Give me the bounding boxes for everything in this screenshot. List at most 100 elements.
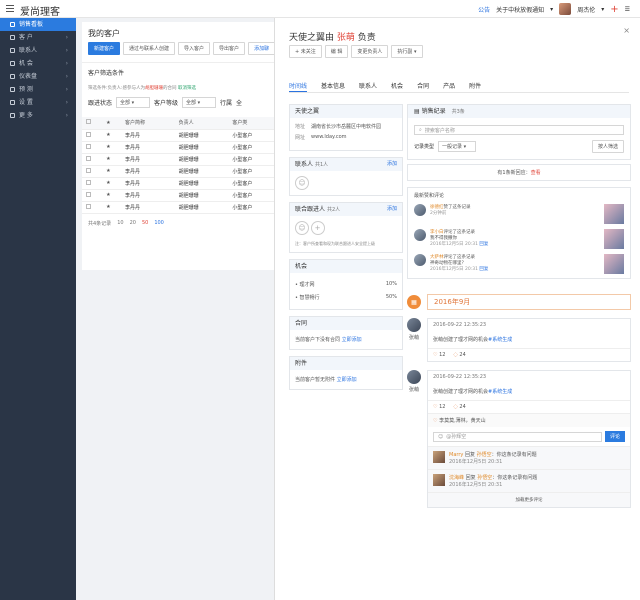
row-checkbox[interactable] (82, 189, 103, 202)
submit-comment-button[interactable]: 评论 (604, 431, 625, 442)
table-row[interactable]: ★ 李丹丹 胡胆珊珊 小型客户 (82, 153, 282, 166)
tab-attachments[interactable]: 附件 (469, 81, 481, 92)
row-checkbox[interactable] (82, 177, 103, 190)
comment-button[interactable]: ◌ 24 (453, 404, 465, 410)
row-checkbox[interactable] (82, 165, 103, 178)
notice-text[interactable]: 关于中秋放假通知 (496, 5, 544, 14)
reply-input[interactable]: ☺ @孙辉空 (433, 431, 602, 442)
customer-name-cell[interactable]: 李丹丹 (121, 129, 175, 142)
industry-select[interactable]: 全 (236, 98, 242, 107)
entry-tag-link[interactable]: #系统生成 (488, 389, 512, 395)
record-thumbnail[interactable] (604, 229, 624, 249)
list-icon[interactable]: ☰ (625, 6, 630, 13)
menu-icon[interactable] (6, 5, 14, 13)
status-select[interactable]: 全部 ▾ (116, 97, 151, 108)
level-select[interactable]: 全部 ▾ (182, 97, 217, 108)
entry-tag-link[interactable]: #系统生成 (488, 337, 512, 343)
execute-button[interactable]: 执行副 ▾ (391, 45, 423, 58)
avatar[interactable] (407, 370, 421, 384)
add-contact-link[interactable]: 添加 (387, 158, 397, 171)
liked-by-names[interactable]: 李莫莫,薄林，黄天山 (439, 418, 486, 424)
sidebar-item-customers[interactable]: 客 户 › (0, 31, 76, 44)
view-unread-link[interactable]: 查看 (531, 170, 541, 176)
add-icon[interactable]: + (610, 4, 618, 15)
user-name[interactable]: 周杰伦 (577, 5, 595, 14)
notice-link[interactable]: 公告 (478, 5, 490, 14)
avatar[interactable] (414, 254, 426, 266)
create-from-contact-button[interactable]: 通过与联系人创建 (123, 42, 176, 55)
customer-name-cell[interactable]: 李丹丹 (121, 189, 175, 202)
sidebar-item-opportunities[interactable]: 机 会 › (0, 57, 76, 70)
commenter-name[interactable]: 大萨林 (430, 255, 444, 260)
customer-name-cell[interactable]: 李丹丹 (121, 153, 175, 166)
import-customer-button[interactable]: 导入客户 (178, 42, 211, 55)
table-row[interactable]: ★ 李丹丹 胡胆珊珊 小型客户 (82, 129, 282, 142)
commenter-name[interactable]: 徐德红 (430, 205, 444, 210)
tab-products[interactable]: 产品 (443, 81, 455, 92)
commenter-name[interactable]: 沈海峰 (449, 475, 464, 481)
record-type-select[interactable]: 一般记录 ▾ (438, 141, 477, 152)
row-checkbox[interactable] (82, 141, 103, 154)
star-icon[interactable]: ★ (102, 129, 122, 142)
page-size-option[interactable]: 100 (154, 220, 164, 227)
column-header[interactable]: 负责人 (174, 117, 229, 130)
column-header[interactable]: 客户简称 (121, 117, 175, 130)
customer-name-cell[interactable]: 李丹丹 (121, 177, 175, 190)
reply-link[interactable]: 回复 (479, 242, 488, 247)
reply-link[interactable]: 回复 (479, 267, 488, 272)
like-button[interactable]: ♡ 12 (433, 404, 445, 410)
avatar[interactable] (414, 229, 426, 241)
sidebar-item-settings[interactable]: 设 置 › (0, 96, 76, 109)
add-contract-link[interactable]: 立即添加 (342, 337, 362, 343)
table-row[interactable]: ★ 李丹丹 胡胆珊珊 小型客户 (82, 177, 282, 190)
cancel-filter-link[interactable]: 取消筛选 (178, 86, 196, 91)
tab-contacts[interactable]: 联系人 (359, 81, 377, 92)
search-input[interactable]: ⌕ 搜索客户名称 (414, 125, 624, 135)
avatar[interactable] (407, 318, 421, 332)
tab-opportunities[interactable]: 机会 (391, 81, 403, 92)
sidebar-item-charts[interactable]: 仪表盘 › (0, 70, 76, 83)
page-size-option[interactable]: 50 (142, 220, 148, 227)
avatar[interactable] (414, 204, 426, 216)
website-value[interactable]: www.lday.com (311, 134, 347, 141)
tab-basic-info[interactable]: 基本信息 (321, 81, 345, 92)
emoji-icon[interactable]: ☺ (438, 434, 443, 440)
record-thumbnail[interactable] (604, 204, 624, 224)
detail-title-owner[interactable]: 张萌 (337, 33, 355, 43)
new-customer-button[interactable]: 新建客户 (88, 42, 121, 55)
commenter-name[interactable]: Marry (449, 452, 463, 458)
table-row[interactable]: ★ 李丹丹 胡胆珊珊 小型客户 (82, 165, 282, 178)
page-size-option[interactable]: 10 (117, 220, 123, 227)
add-attachment-link[interactable]: 立即添加 (337, 377, 357, 383)
commenter-name[interactable]: 李小白 (430, 230, 444, 235)
table-row[interactable]: ★ 李丹丹 胡胆珊珊 小型客户 (82, 141, 282, 154)
chevron-down-icon[interactable]: ▾ (601, 6, 604, 13)
star-icon[interactable]: ★ (102, 177, 122, 190)
follow-button[interactable]: + 未关注 (289, 45, 322, 58)
sidebar-item-contacts[interactable]: 联系人 › (0, 44, 76, 57)
customer-name-cell[interactable]: 李丹丹 (121, 165, 175, 178)
list-item[interactable]: • 理才网 10% (295, 278, 397, 291)
avatar[interactable] (433, 451, 445, 463)
reply-target[interactable]: 孙悟空 (477, 475, 492, 481)
chevron-down-icon[interactable]: ▾ (550, 6, 553, 13)
star-icon[interactable]: ★ (102, 141, 122, 154)
select-all-checkbox[interactable] (82, 117, 103, 130)
add-icon[interactable]: + (310, 221, 325, 235)
user-avatar[interactable] (559, 3, 572, 15)
star-icon[interactable]: ★ (102, 165, 122, 178)
user-icon[interactable]: ☺ (295, 221, 309, 235)
customer-name-cell[interactable]: 李丹丹 (121, 201, 175, 214)
list-item[interactable]: • 智慧畅行 50% (295, 291, 397, 304)
reply-target[interactable]: 孙悟空 (477, 452, 492, 458)
customer-name-cell[interactable]: 李丹丹 (121, 141, 175, 154)
row-checkbox[interactable] (82, 153, 103, 166)
record-thumbnail[interactable] (604, 254, 624, 274)
load-more-comments[interactable]: 加载更多评论 (428, 492, 630, 507)
tab-timeline[interactable]: 时间线 (289, 81, 308, 92)
comment-button[interactable]: ◌ 24 (453, 352, 465, 358)
filter-by-person-button[interactable]: 按人筛选 (591, 140, 624, 153)
add-follower-link[interactable]: 添加 (387, 203, 397, 216)
change-owner-button[interactable]: 变更负责人 (351, 45, 389, 58)
row-checkbox[interactable] (82, 129, 103, 142)
